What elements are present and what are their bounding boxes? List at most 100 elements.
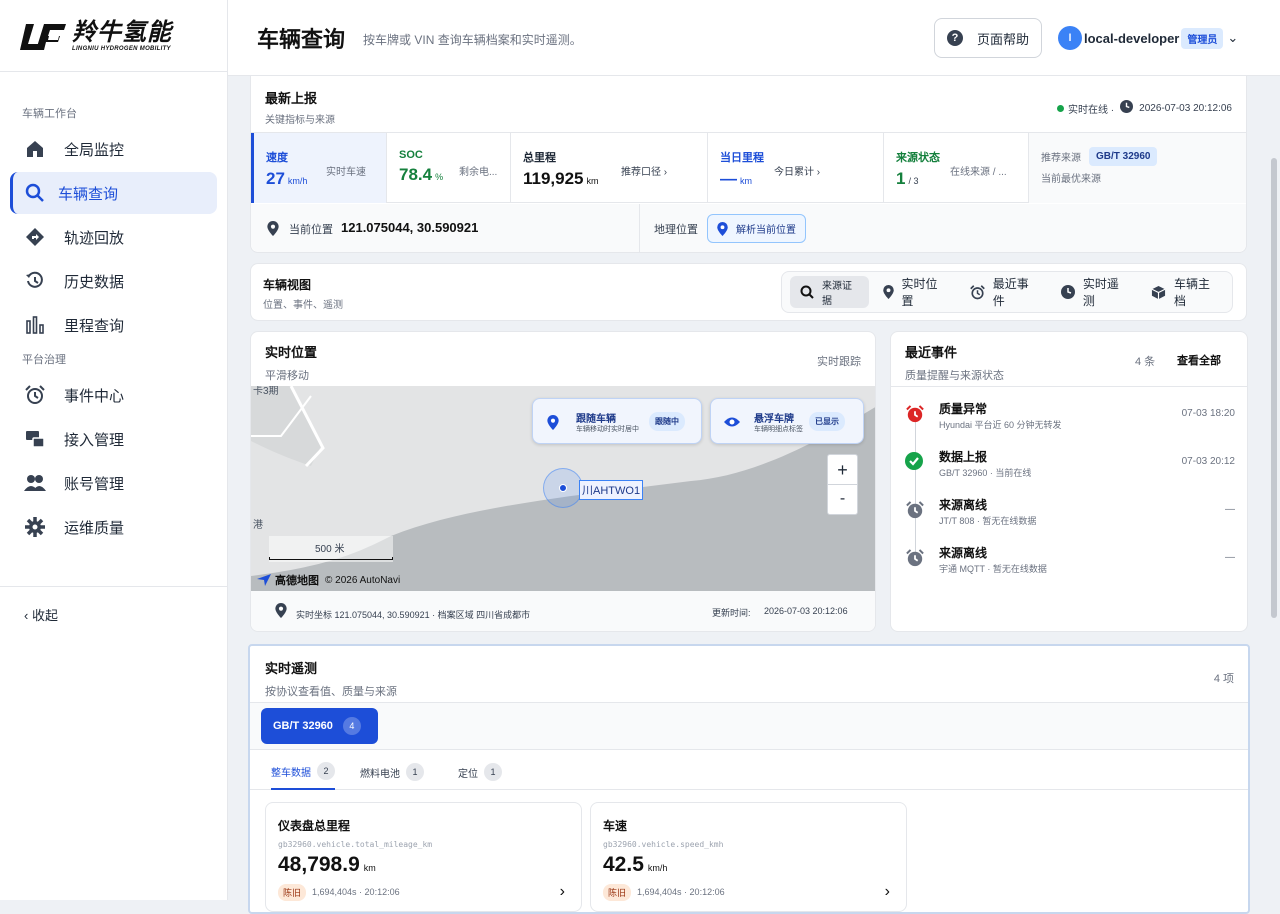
metric-hint: 在线来源 / ... [950, 167, 1007, 178]
metric-soc[interactable]: SOC 78.4% 剩余电... [387, 133, 511, 203]
recommend-chip[interactable]: GB/T 32960 [1089, 147, 1158, 166]
metric-total-mileage[interactable]: 总里程 119,925 km 推荐口径 › [511, 133, 708, 203]
resolve-location-button[interactable]: 解析当前位置 [707, 214, 806, 243]
events-subtitle: 质量提醒与来源状态 [905, 370, 1004, 382]
tool-vehicle-master[interactable]: 车辆主档 [1141, 276, 1228, 308]
follow-badge: 跟随中 [649, 412, 685, 431]
sidebar-item-accounts[interactable]: 账号管理 [10, 462, 217, 504]
location-title: 实时位置 [265, 345, 318, 360]
tool-source-evidence[interactable]: 来源证据 [790, 276, 869, 308]
tool-recent-events[interactable]: 最近事件 [960, 276, 1047, 308]
position-value: 121.075044, 30.590921 [341, 220, 479, 235]
float-title: 悬浮车牌 [754, 414, 794, 425]
eye-icon [724, 415, 740, 433]
event-item[interactable]: 质量异常 Hyundai 平台近 60 分钟无转发 07-03 18:20 [905, 400, 1235, 448]
event-desc: 宇通 MQTT · 暂无在线数据 [939, 564, 1047, 574]
zoom-out-button[interactable]: - [828, 485, 857, 515]
sidebar-item-ops-quality[interactable]: 运维质量 [10, 506, 217, 548]
telemetry-item-meta: 1,694,404s · 20:12:06 [637, 887, 725, 897]
sidebar-item-history[interactable]: 历史数据 [10, 260, 217, 302]
sidebar-item-label: 接入管理 [64, 431, 125, 449]
tool-label: 车辆主档 [1173, 277, 1210, 308]
help-button[interactable]: ? 页面帮助 [934, 18, 1042, 58]
header: 车辆查询 按车牌或 VIN 查询车辆档案和实时遥测。 ? 页面帮助 l local… [228, 0, 1280, 76]
metric-unit: % [435, 172, 444, 182]
nav-section-governance: 平台治理 [22, 354, 66, 366]
sidebar-item-label: 里程查询 [64, 317, 125, 335]
check-icon [905, 452, 923, 470]
user-menu[interactable]: l local-developer 管理员 ⌄ [1058, 26, 1238, 50]
map[interactable]: 卡3期 港 跟随车辆 车辆移动时实时居中 跟随中 悬浮车牌 车辆明细点标签 已显… [251, 386, 875, 591]
vehicle-plate-label[interactable]: 川AHTWO1 [579, 480, 644, 500]
zoom-in-button[interactable]: + [828, 455, 857, 485]
event-item[interactable]: 数据上报 GB/T 32960 · 当前在线 07-03 20:12 [905, 448, 1235, 496]
protocol-button[interactable]: GB/T 32960 4 [261, 708, 378, 744]
event-time: 07-03 20:12 [1181, 456, 1235, 467]
protocol-label: GB/T 32960 [273, 720, 333, 732]
search-icon [800, 285, 814, 299]
brand-name: 羚牛氢能 [72, 18, 172, 46]
telemetry-item-unit: km/h [647, 863, 668, 873]
float-badge: 已显示 [809, 412, 845, 431]
vehicle-view-card: 车辆视图 位置、事件、遥测 来源证据 实时位置 最近事件 实时遥测 车辆主档 [250, 263, 1247, 321]
metric-value: 1 [896, 169, 906, 188]
tab-count: 1 [406, 763, 424, 781]
metric-today-mileage[interactable]: 当日里程 — km 今日累计 › [708, 133, 884, 203]
tab-label: 定位 [458, 768, 478, 780]
tool-realtime-location[interactable]: 实时位置 [873, 276, 956, 308]
event-title: 质量异常 [939, 402, 988, 416]
event-desc: JT/T 808 · 暂无在线数据 [939, 516, 1037, 526]
home-icon [24, 138, 46, 160]
view-all-link[interactable]: 查看全部 [1177, 352, 1221, 368]
scrollbar[interactable] [1271, 158, 1277, 618]
vehicle-view-subtitle: 位置、事件、遥测 [263, 300, 343, 311]
position-row: 当前位置 121.075044, 30.590921 地理位置 解析当前位置 [251, 204, 1246, 252]
tab-fuel-cell[interactable]: 燃料电池 1 [360, 758, 424, 790]
recommend-desc: 当前最优来源 [1041, 174, 1101, 185]
sidebar-item-vehicle-query[interactable]: 车辆查询 [10, 172, 217, 214]
metric-label: 总里程 [523, 152, 556, 164]
sidebar-item-mileage[interactable]: 里程查询 [10, 304, 217, 346]
brand-logo[interactable]: 羚牛氢能 LINGNIU HYDROGEN MOBILITY [0, 0, 227, 72]
telemetry-item-card[interactable]: 车速 gb32960.vehicle.speed_kmh 42.5 km/h 陈旧… [590, 802, 907, 912]
collapse-button[interactable]: ‹ 收起 [0, 586, 227, 642]
telemetry-subtitle: 按协议查看值、质量与来源 [265, 686, 397, 698]
metric-value: 27 [266, 169, 285, 188]
tab-vehicle-data[interactable]: 整车数据 2 [271, 758, 335, 790]
map-copyright: © 2026 AutoNavi [325, 574, 401, 586]
sidebar-item-global-monitor[interactable]: 全局监控 [10, 128, 217, 170]
clock-icon [1120, 100, 1134, 116]
event-item[interactable]: 来源离线 宇通 MQTT · 暂无在线数据 — [905, 544, 1235, 592]
telemetry-item-title: 仪表盘总里程 [278, 819, 351, 833]
clock-icon [1060, 285, 1075, 299]
online-status: 实时在线 · [1068, 104, 1115, 116]
sidebar-item-access[interactable]: 接入管理 [10, 418, 217, 460]
sidebar-item-event-center[interactable]: 事件中心 [10, 374, 217, 416]
metric-hint: 实时车速 [326, 167, 366, 178]
metric-unit: km/h [287, 176, 308, 186]
follow-desc: 车辆移动时实时居中 [576, 426, 639, 433]
metric-source-status[interactable]: 来源状态 1/ 3 在线来源 / ... [884, 133, 1029, 203]
scale-label: 500 米 [315, 544, 345, 555]
pin-icon [717, 221, 728, 236]
brand-name-en: LINGNIU HYDROGEN MOBILITY [72, 45, 171, 52]
metric-speed[interactable]: 速度 27 km/h 实时车速 [251, 133, 387, 203]
tab-positioning[interactable]: 定位 1 [458, 758, 502, 790]
tool-realtime-telemetry[interactable]: 实时遥测 [1051, 276, 1137, 308]
pin-icon [275, 603, 287, 623]
tool-label: 最近事件 [992, 277, 1029, 308]
location-footer: 实时坐标 121.075044, 30.590921 · 档案区域 四川省成都市… [251, 591, 875, 631]
follow-vehicle-panel[interactable]: 跟随车辆 车辆移动时实时居中 跟随中 [532, 398, 702, 444]
floating-plate-panel[interactable]: 悬浮车牌 车辆明细点标签 已显示 [710, 398, 864, 444]
map-attribution: 高德地图 © 2026 AutoNavi [257, 572, 400, 588]
location-subtitle: 平滑移动 [265, 370, 309, 382]
sidebar-item-label: 事件中心 [64, 387, 125, 405]
search-icon [24, 182, 46, 204]
sidebar-item-track-playback[interactable]: 轨迹回放 [10, 216, 217, 258]
tab-label: 整车数据 [271, 767, 311, 779]
vehicle-marker[interactable] [543, 468, 583, 508]
stale-badge: 陈旧 [278, 883, 307, 901]
event-item[interactable]: 来源离线 JT/T 808 · 暂无在线数据 — [905, 496, 1235, 544]
tool-label: 实时位置 [901, 277, 938, 308]
telemetry-item-card[interactable]: 仪表盘总里程 gb32960.vehicle.total_mileage_km … [265, 802, 582, 912]
